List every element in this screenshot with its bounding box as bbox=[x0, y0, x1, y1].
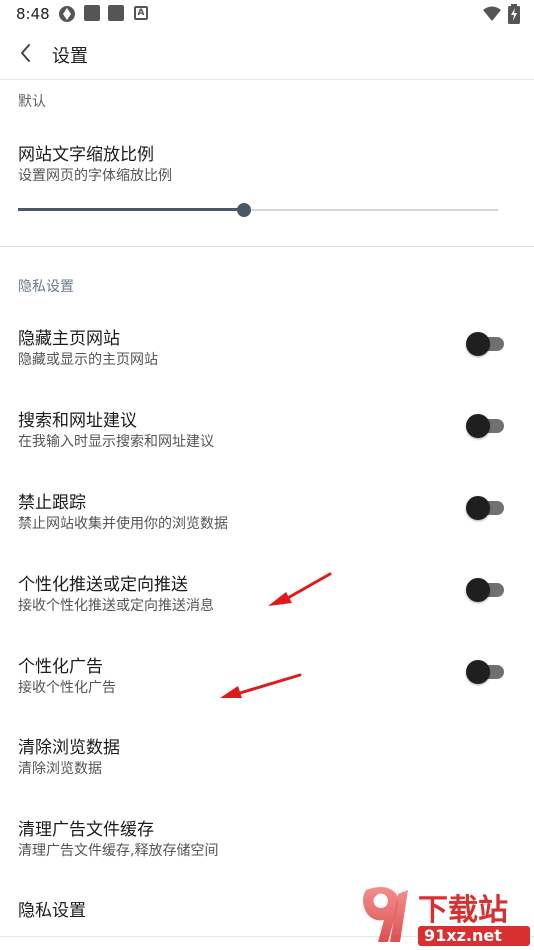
setting-subtitle: 在我输入时显示搜索和网址建议 bbox=[18, 434, 214, 450]
notification-a-icon: A bbox=[134, 6, 148, 20]
personalized-ads-toggle[interactable] bbox=[466, 659, 506, 685]
text-scale-title: 网站文字缩放比例 bbox=[18, 145, 154, 165]
setting-subtitle: 接收个性化广告 bbox=[18, 680, 116, 696]
setting-title: 隐私设置 bbox=[18, 901, 86, 921]
site-watermark-logo: 下载站 91xz.net bbox=[363, 887, 530, 946]
watermark-text-domain: 91xz.net bbox=[424, 926, 502, 945]
app-bar: 设置 bbox=[0, 28, 534, 80]
notification-square-icon bbox=[108, 5, 124, 21]
slider-thumb[interactable] bbox=[237, 203, 251, 217]
setting-subtitle: 清除浏览数据 bbox=[18, 761, 102, 777]
hide-homepage-sites-toggle[interactable] bbox=[466, 331, 506, 357]
setting-title: 隐藏主页网站 bbox=[18, 329, 120, 349]
setting-title: 个性化推送或定向推送 bbox=[18, 575, 188, 595]
setting-subtitle: 清理广告文件缓存,释放存储空间 bbox=[18, 843, 219, 859]
annotation-arrow bbox=[220, 673, 302, 698]
section-label-default: 默认 bbox=[18, 94, 46, 110]
setting-subtitle: 禁止网站收集并使用你的浏览数据 bbox=[18, 516, 228, 532]
app-notification-icon bbox=[59, 6, 75, 22]
text-scale-slider[interactable] bbox=[18, 202, 498, 218]
setting-subtitle: 隐藏或显示的主页网站 bbox=[18, 352, 158, 368]
slider-fill bbox=[18, 208, 244, 211]
watermark-text-main: 下载站 bbox=[418, 893, 508, 928]
notification-square-icon bbox=[84, 5, 100, 21]
search-suggestions-toggle[interactable] bbox=[466, 413, 506, 439]
section-divider bbox=[0, 246, 534, 247]
status-bar: 8:48 A bbox=[0, 0, 534, 28]
toggle-thumb bbox=[466, 332, 490, 356]
status-time: 8:48 bbox=[16, 5, 50, 23]
annotation-arrow bbox=[268, 572, 332, 606]
setting-title: 个性化广告 bbox=[18, 657, 103, 677]
text-scale-subtitle: 设置网页的字体缩放比例 bbox=[18, 168, 172, 184]
setting-title: 搜索和网址建议 bbox=[18, 411, 137, 431]
wifi-icon bbox=[483, 6, 501, 21]
toggle-thumb bbox=[466, 578, 490, 602]
personalized-push-toggle[interactable] bbox=[466, 577, 506, 603]
setting-title: 禁止跟踪 bbox=[18, 493, 86, 513]
setting-title: 清理广告文件缓存 bbox=[18, 820, 154, 840]
page-title: 设置 bbox=[52, 46, 88, 67]
battery-icon bbox=[508, 4, 520, 24]
toggle-thumb bbox=[466, 496, 490, 520]
section-label-privacy: 隐私设置 bbox=[18, 279, 74, 295]
back-arrow-icon[interactable] bbox=[14, 40, 38, 66]
toggle-thumb bbox=[466, 660, 490, 684]
setting-title: 清除浏览数据 bbox=[18, 738, 120, 758]
setting-subtitle: 接收个性化推送或定向推送消息 bbox=[18, 598, 214, 614]
do-not-track-toggle[interactable] bbox=[466, 495, 506, 521]
toggle-thumb bbox=[466, 414, 490, 438]
